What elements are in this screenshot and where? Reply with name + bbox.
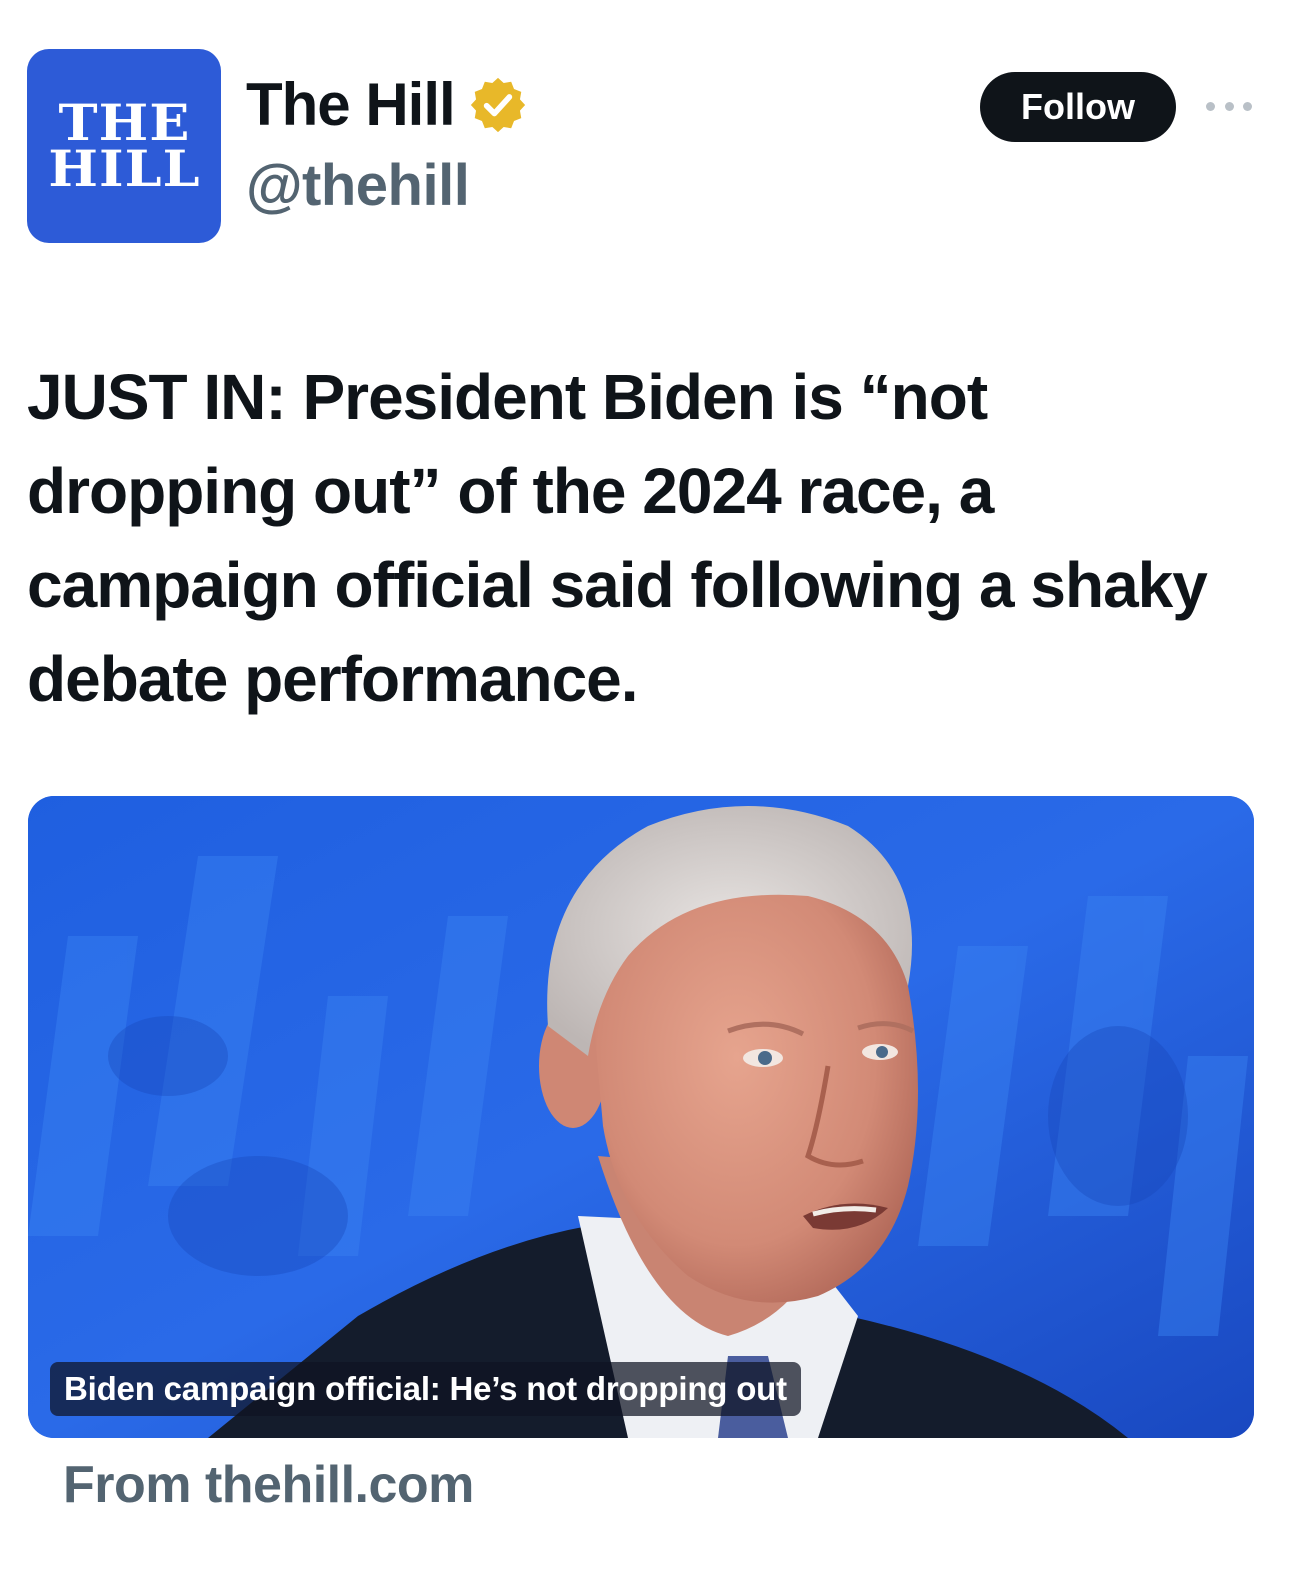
debate-photo: [28, 796, 1254, 1438]
handle[interactable]: @thehill: [246, 152, 470, 219]
the-hill-logo: THE HILL: [47, 98, 201, 198]
display-name[interactable]: The Hill: [246, 70, 529, 139]
avatar[interactable]: THE HILL: [27, 49, 221, 243]
follow-button[interactable]: Follow: [980, 72, 1176, 142]
card-caption: Biden campaign official: He’s not droppi…: [50, 1362, 801, 1416]
dot: [1243, 101, 1252, 111]
verified-badge-icon: [470, 77, 525, 132]
link-card-image[interactable]: Biden campaign official: He’s not droppi…: [28, 796, 1254, 1438]
display-name-text: The Hill: [246, 71, 456, 138]
more-options-icon[interactable]: [1206, 94, 1252, 118]
dot: [1206, 101, 1215, 111]
tweet-text: JUST IN: President Biden is “not droppin…: [27, 361, 1208, 715]
dot: [1224, 101, 1234, 111]
logo-line-2: HILL: [47, 139, 201, 198]
card-source-link[interactable]: From thehill.com: [63, 1455, 474, 1515]
